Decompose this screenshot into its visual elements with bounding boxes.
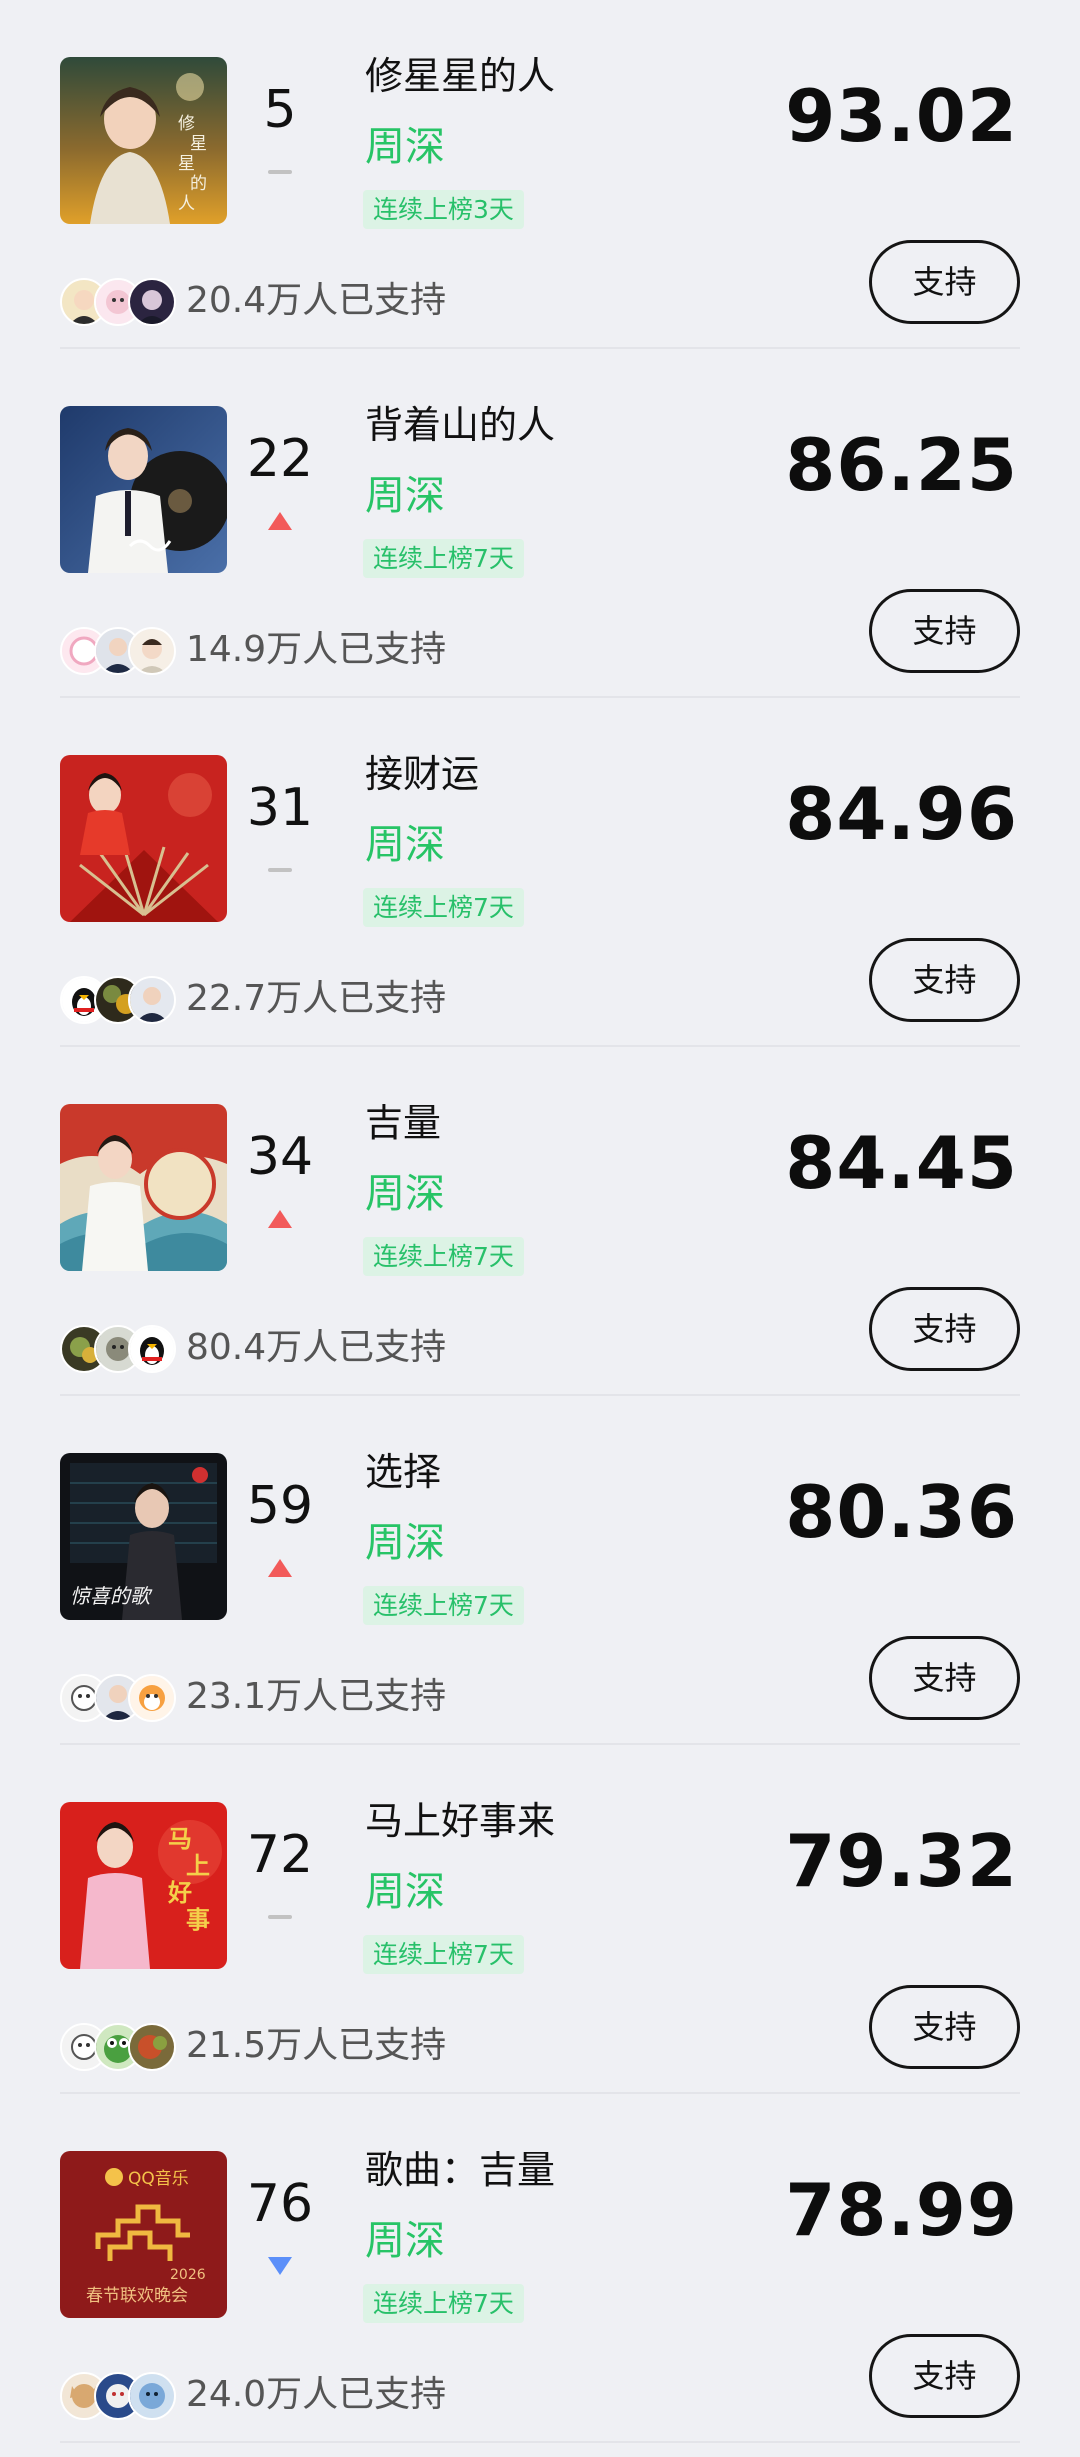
list-item[interactable]: 修 星 星 的 人 5 修星星的人 周深 连续上榜3天 93.02 20.4万人… — [0, 0, 1080, 349]
avatar — [128, 278, 176, 326]
artist-name[interactable]: 周深 — [365, 1172, 445, 1216]
svg-text:春节联欢晚会: 春节联欢晚会 — [86, 2286, 188, 2306]
dash-icon — [266, 1905, 294, 1929]
album-cover[interactable] — [60, 406, 227, 573]
supporter-avatars — [60, 1325, 180, 1373]
supporter-avatars — [60, 1674, 180, 1722]
support-button[interactable]: 支持 — [869, 938, 1020, 1022]
support-button[interactable]: 支持 — [869, 1985, 1020, 2069]
rank-number: 5 — [263, 80, 297, 140]
support-button[interactable]: 支持 — [869, 589, 1020, 673]
score: 80.36 — [785, 1470, 1018, 1554]
svg-text:事: 事 — [186, 1906, 210, 1934]
streak-badge: 连续上榜7天 — [363, 1935, 524, 1974]
supporter-avatars — [60, 976, 180, 1024]
svg-text:QQ音乐: QQ音乐 — [128, 2169, 189, 2189]
song-title[interactable]: 修星星的人 — [365, 55, 555, 98]
avatar — [128, 627, 176, 675]
svg-text:马: 马 — [168, 1825, 192, 1853]
chart-list: 修 星 星 的 人 5 修星星的人 周深 连续上榜3天 93.02 20.4万人… — [0, 0, 1080, 2457]
album-cover[interactable]: QQ音乐 2026 春节联欢晚会 — [60, 2151, 227, 2318]
svg-text:星: 星 — [190, 134, 207, 154]
list-item[interactable]: 22 背着山的人 周深 连续上榜7天 86.25 14.9万人已支持 支持 — [0, 349, 1080, 698]
score: 86.25 — [785, 423, 1018, 507]
triangle-down-icon — [266, 2254, 294, 2278]
song-title[interactable]: 歌曲：吉量 — [365, 2149, 555, 2192]
supporter-count: 80.4万人已支持 — [186, 1327, 447, 1368]
artist-name[interactable]: 周深 — [365, 1521, 445, 1565]
supporter-avatars — [60, 2023, 180, 2071]
svg-text:人: 人 — [178, 194, 195, 214]
avatar — [128, 976, 176, 1024]
svg-text:惊喜的歌: 惊喜的歌 — [70, 1584, 153, 1608]
svg-text:星: 星 — [178, 154, 195, 174]
supporter-count: 14.9万人已支持 — [186, 629, 447, 670]
list-item[interactable]: QQ音乐 2026 春节联欢晚会 76 歌曲：吉量 周深 连续上榜7天 78.9… — [0, 2094, 1080, 2443]
svg-text:2026: 2026 — [170, 2267, 206, 2283]
streak-badge: 连续上榜3天 — [363, 190, 524, 229]
avatar — [128, 1674, 176, 1722]
divider — [60, 2441, 1020, 2443]
album-cover[interactable] — [60, 1104, 227, 1271]
song-title[interactable]: 吉量 — [365, 1102, 441, 1145]
supporter-avatars — [60, 627, 180, 675]
support-button[interactable]: 支持 — [869, 2334, 1020, 2418]
svg-text:好: 好 — [167, 1879, 192, 1907]
list-item[interactable]: 34 吉量 周深 连续上榜7天 84.45 80.4万人已支持 支持 — [0, 1047, 1080, 1396]
avatar — [128, 2023, 176, 2071]
album-cover[interactable]: 马 上 好 事 — [60, 1802, 227, 1969]
support-button[interactable]: 支持 — [869, 1287, 1020, 1371]
artist-name[interactable]: 周深 — [365, 125, 445, 169]
song-title[interactable]: 选择 — [365, 1451, 441, 1494]
triangle-up-icon — [266, 1207, 294, 1231]
triangle-up-icon — [266, 1556, 294, 1580]
rank-number: 59 — [246, 1476, 314, 1536]
artist-name[interactable]: 周深 — [365, 2219, 445, 2263]
artist-name[interactable]: 周深 — [365, 474, 445, 518]
streak-badge: 连续上榜7天 — [363, 1586, 524, 1625]
svg-text:的: 的 — [190, 174, 207, 194]
rank-number: 76 — [246, 2174, 314, 2234]
score: 79.32 — [785, 1819, 1018, 1903]
artist-name[interactable]: 周深 — [365, 823, 445, 867]
album-cover[interactable]: 修 星 星 的 人 — [60, 57, 227, 224]
supporter-avatars — [60, 278, 180, 326]
song-title[interactable]: 接财运 — [365, 753, 479, 796]
streak-badge: 连续上榜7天 — [363, 539, 524, 578]
svg-text:上: 上 — [186, 1852, 210, 1880]
supporter-count: 21.5万人已支持 — [186, 2025, 447, 2066]
streak-badge: 连续上榜7天 — [363, 888, 524, 927]
supporter-count: 24.0万人已支持 — [186, 2374, 447, 2415]
streak-badge: 连续上榜7天 — [363, 2284, 524, 2323]
score: 93.02 — [785, 74, 1018, 158]
song-title[interactable]: 背着山的人 — [365, 404, 555, 447]
album-cover[interactable] — [60, 755, 227, 922]
rank-number: 22 — [246, 429, 314, 489]
support-button[interactable]: 支持 — [869, 240, 1020, 324]
list-item[interactable]: 31 接财运 周深 连续上榜7天 84.96 22.7万人已支持 支持 — [0, 698, 1080, 1047]
list-item[interactable]: 马 上 好 事 72 马上好事来 周深 连续上榜7天 79.32 21.5万人已… — [0, 1745, 1080, 2094]
song-title[interactable]: 马上好事来 — [365, 1800, 555, 1843]
rank-number: 72 — [246, 1825, 314, 1885]
triangle-up-icon — [266, 509, 294, 533]
rank-number: 31 — [246, 778, 314, 838]
album-cover[interactable]: 惊喜的歌 — [60, 1453, 227, 1620]
supporter-count: 20.4万人已支持 — [186, 280, 447, 321]
avatar — [128, 2372, 176, 2420]
supporter-avatars — [60, 2372, 180, 2420]
score: 84.45 — [785, 1121, 1018, 1205]
list-item[interactable]: 惊喜的歌 59 选择 周深 连续上榜7天 80.36 23.1万人已支持 支持 — [0, 1396, 1080, 1745]
svg-text:修: 修 — [178, 114, 195, 134]
score: 84.96 — [785, 772, 1018, 856]
support-button[interactable]: 支持 — [869, 1636, 1020, 1720]
rank-number: 34 — [246, 1127, 314, 1187]
dash-icon — [266, 858, 294, 882]
artist-name[interactable]: 周深 — [365, 1870, 445, 1914]
streak-badge: 连续上榜7天 — [363, 1237, 524, 1276]
avatar — [128, 1325, 176, 1373]
score: 78.99 — [785, 2168, 1018, 2252]
supporter-count: 22.7万人已支持 — [186, 978, 447, 1019]
supporter-count: 23.1万人已支持 — [186, 1676, 447, 1717]
dash-icon — [266, 160, 294, 184]
